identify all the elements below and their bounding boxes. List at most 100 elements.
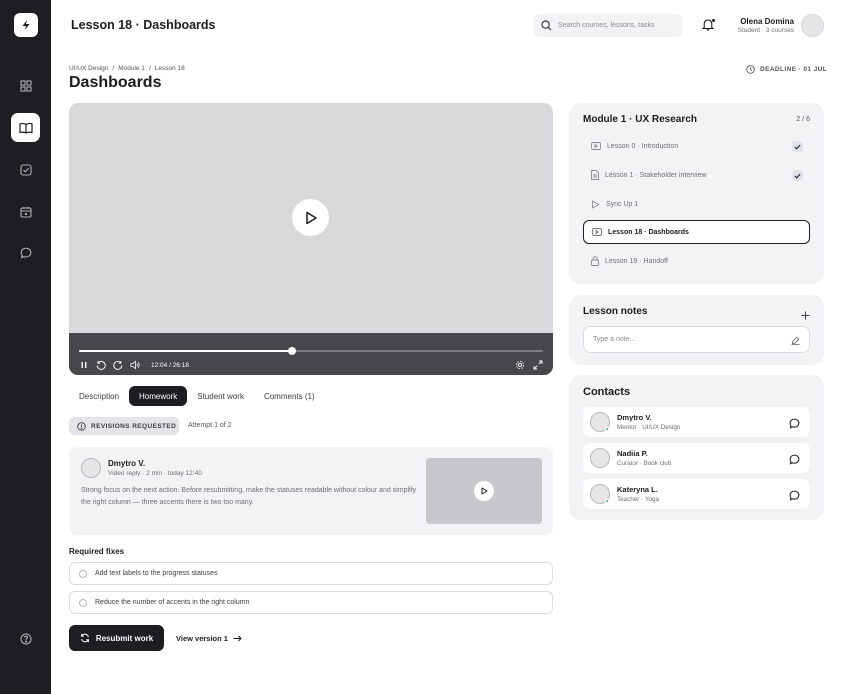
contact-card[interactable]: Nadiia P. Curator · Book club (583, 443, 810, 473)
lesson-item-label: Lesson 0 · Introduction (607, 142, 679, 150)
play-icon (481, 487, 488, 495)
contact-role: Curator · Book club (617, 460, 672, 467)
lesson-item-locked[interactable]: Lesson 19 · Handoff (583, 249, 810, 273)
video-icon (592, 228, 602, 236)
video-reply-play-button[interactable] (474, 481, 494, 501)
sidebar (0, 0, 51, 694)
contact-card[interactable]: Kateryna L. Teacher · Yoga (583, 479, 810, 509)
lesson-item-label: Lesson 1 · Stakeholder interview (605, 171, 707, 179)
content-tabs: Description Homework Student work Commen… (69, 386, 325, 406)
video-player[interactable]: 12:04 / 26:18 (69, 103, 553, 375)
refresh-icon (80, 633, 89, 643)
chat-icon (20, 247, 31, 259)
breadcrumb-module[interactable]: Module 1 (118, 65, 145, 72)
breadcrumb-course[interactable]: UI/UX Design (69, 65, 108, 72)
contact-role: Mentor · UI/UX Design (617, 424, 681, 431)
deadline: DEADLINE · 01 JUL (746, 65, 827, 74)
lock-icon (591, 256, 599, 266)
fix-item[interactable]: Add text labels to the progress statuses (69, 562, 553, 585)
video-progress-bar[interactable] (79, 347, 543, 355)
message-button[interactable] (789, 488, 800, 506)
pause-icon (81, 362, 87, 368)
tab-student-work[interactable]: Student work (187, 386, 254, 406)
video-progress-fill (79, 350, 293, 352)
arrow-right-icon (233, 635, 242, 642)
breadcrumb-lesson: Lesson 18 (154, 65, 185, 72)
feedback-card: Dmytro V. Video reply · 2 min · today 12… (69, 447, 553, 535)
contact-name: Dmytro V. (617, 413, 652, 422)
user-role: Student · 3 courses (737, 27, 794, 34)
chat-icon (789, 418, 800, 429)
nav-messages[interactable] (11, 238, 40, 267)
completed-check (792, 141, 803, 152)
view-version-link[interactable]: View version 1 (176, 634, 242, 643)
lesson-item[interactable]: Lesson 1 · Stakeholder interview (583, 163, 810, 187)
video-time: 12:04 / 26:18 (151, 362, 189, 369)
lesson-item-label: Lesson 19 · Handoff (605, 257, 668, 265)
help-icon (19, 632, 32, 645)
pause-button[interactable] (79, 360, 89, 370)
info-icon (77, 421, 86, 431)
search-input[interactable]: Search courses, lessons, tasks (533, 14, 683, 37)
avatar (590, 448, 610, 468)
note-input[interactable]: Type a note... (583, 326, 810, 353)
rewind-button[interactable] (96, 360, 106, 370)
tab-homework[interactable]: Homework (129, 386, 188, 406)
logo[interactable] (14, 13, 38, 37)
notification-dot (712, 19, 715, 22)
edit-icon (791, 336, 800, 345)
nav-calendar[interactable] (11, 197, 40, 226)
volume-icon (130, 360, 140, 370)
fix-item[interactable]: Reduce the number of accents in the righ… (69, 591, 553, 614)
clock-icon (746, 65, 755, 74)
breadcrumb: UI/UX Design / Module 1 / Lesson 18 (69, 65, 185, 72)
nav-dashboard[interactable] (11, 71, 40, 100)
message-button[interactable] (789, 452, 800, 470)
circle-icon (79, 569, 87, 578)
tab-comments[interactable]: Comments (1) (254, 386, 325, 406)
video-progress-handle[interactable] (288, 347, 297, 355)
chat-icon (789, 454, 800, 465)
tab-description[interactable]: Description (69, 386, 129, 406)
settings-button[interactable] (515, 360, 525, 370)
video-reply-thumbnail[interactable] (426, 458, 542, 524)
avatar[interactable] (801, 14, 824, 37)
lesson-item-current[interactable]: Lesson 18 · Dashboards (583, 220, 810, 244)
fix-item-label: Add text labels to the progress statuses (95, 570, 218, 577)
fullscreen-button[interactable] (533, 360, 543, 370)
forward-button[interactable] (113, 360, 123, 370)
feedback-text: Strong focus on the next action. Before … (81, 487, 417, 506)
avatar (81, 458, 101, 478)
contact-card[interactable]: Dmytro V. Mentor · UI/UX Design (583, 407, 810, 437)
required-fixes-heading: Required fixes (69, 547, 125, 556)
video-icon (591, 142, 601, 150)
online-status-dot (605, 427, 609, 431)
checkmark-icon (794, 144, 801, 150)
contact-name: Kateryna L. (617, 485, 658, 494)
status-badge-label: REVISIONS REQUESTED (91, 422, 177, 430)
nav-tasks[interactable] (11, 155, 40, 184)
checkmark-icon (794, 173, 801, 179)
expand-icon (533, 360, 543, 370)
play-button[interactable] (292, 199, 329, 236)
calendar-icon (19, 206, 32, 218)
lesson-item[interactable]: Sync Up 1 (583, 192, 810, 216)
breadcrumb-separator: / (112, 65, 115, 72)
resubmit-label: Resubmit work (95, 633, 154, 643)
checkbox-icon (19, 163, 32, 176)
resubmit-button[interactable]: Resubmit work (69, 625, 164, 651)
deadline-text: DEADLINE · 01 JUL (760, 66, 828, 73)
book-icon (18, 122, 33, 134)
lesson-item-label: Lesson 18 · Dashboards (608, 228, 689, 236)
lesson-item[interactable]: Lesson 0 · Introduction (583, 134, 810, 158)
contact-name: Nadiia P. (617, 449, 648, 458)
document-icon (591, 170, 599, 180)
message-button[interactable] (789, 416, 800, 434)
nav-help[interactable] (11, 624, 40, 653)
online-status-dot (605, 499, 609, 503)
add-note-button[interactable] (801, 307, 810, 325)
note-placeholder: Type a note... (593, 336, 636, 343)
volume-button[interactable] (130, 360, 140, 370)
module-title: Module 1 · UX Research (583, 114, 697, 125)
nav-courses[interactable] (11, 113, 40, 142)
